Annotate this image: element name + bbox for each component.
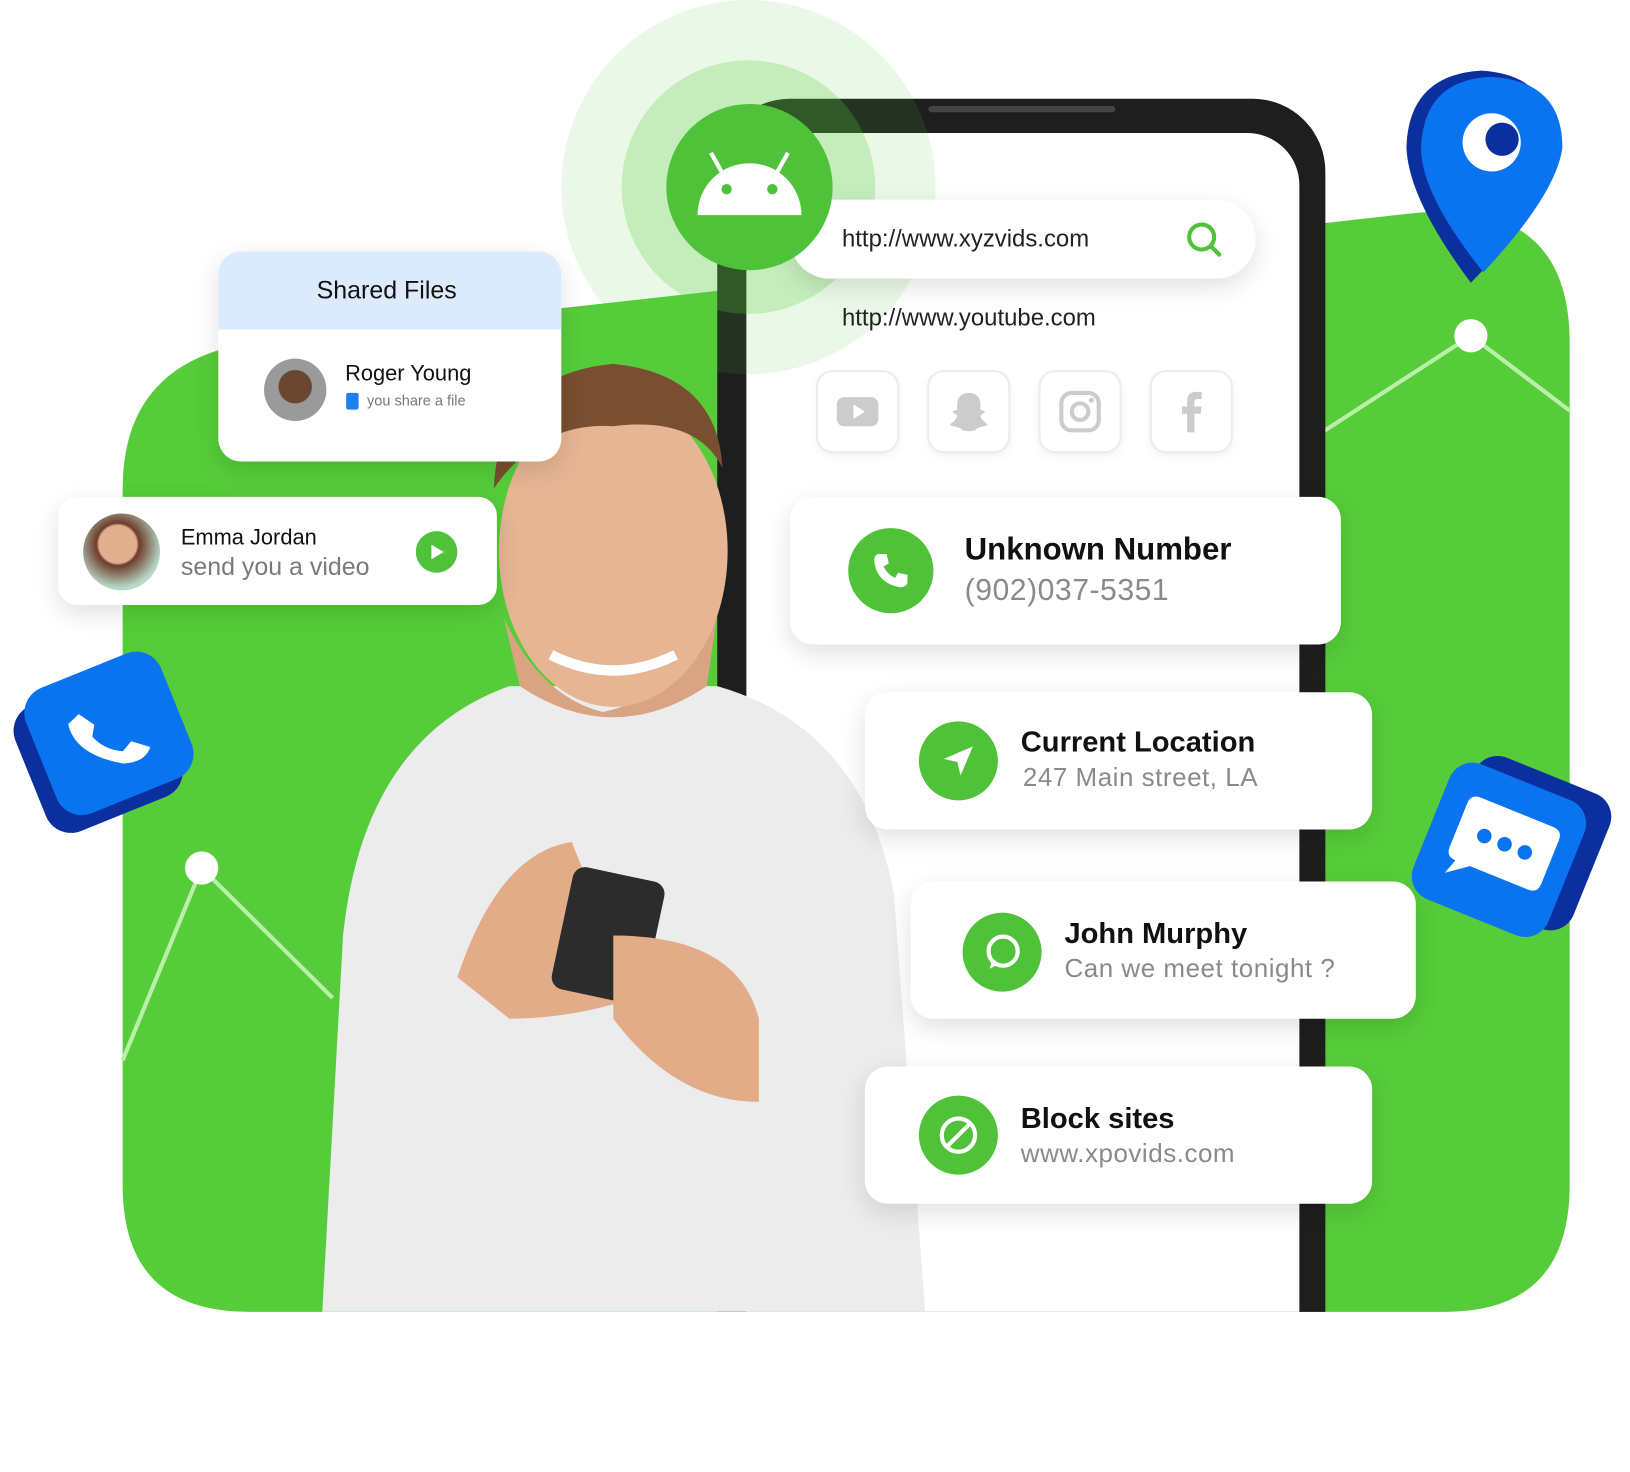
file-subtitle: you share a file <box>366 391 466 409</box>
card-subtitle: 247 Main street, LA <box>1022 762 1259 793</box>
instagram-icon <box>1059 390 1101 433</box>
shared-files-card[interactable]: Shared Files Roger Young you share a fil… <box>218 251 562 462</box>
shared-files-title: Shared Files <box>316 276 457 305</box>
navigation-icon <box>918 721 998 801</box>
video-card[interactable]: Emma Jordan send you a video <box>58 496 497 605</box>
phone-3d-icon <box>13 651 194 833</box>
video-subtitle: send you a video <box>180 553 370 582</box>
instagram-button[interactable] <box>1038 370 1122 454</box>
chat-icon <box>962 912 1042 992</box>
url-bar[interactable]: http://www.xyzvids.com <box>790 199 1256 279</box>
url-input[interactable]: http://www.xyzvids.com <box>842 225 1089 253</box>
android-logo <box>666 103 833 271</box>
unknown-number-card[interactable]: Unknown Number (902)037-5351 <box>790 496 1341 645</box>
card-title: Block sites <box>1020 1101 1175 1135</box>
play-button[interactable] <box>415 531 458 573</box>
john-murphy-card[interactable]: John Murphy Can we meet tonight ? <box>910 881 1416 1019</box>
current-location-card[interactable]: Current Location 247 Main street, LA <box>864 692 1373 830</box>
block-icon <box>918 1095 998 1175</box>
card-title: Unknown Number <box>964 532 1232 567</box>
avatar <box>264 358 327 421</box>
card-title: Current Location <box>1020 725 1256 758</box>
play-icon <box>431 544 444 560</box>
network-node <box>1454 319 1488 353</box>
chat-3d-icon <box>1411 755 1612 938</box>
search-icon[interactable] <box>1185 220 1222 257</box>
url-suggestion[interactable]: http://www.youtube.com <box>842 304 1096 332</box>
facebook-button[interactable] <box>1149 370 1233 454</box>
block-sites-card[interactable]: Block sites www.xpovids.com <box>864 1066 1373 1204</box>
card-subtitle: www.xpovids.com <box>1020 1139 1236 1169</box>
avatar <box>83 513 161 591</box>
card-title: John Murphy <box>1064 916 1248 950</box>
location-pin-icon <box>1406 70 1563 283</box>
card-subtitle: (902)037-5351 <box>964 573 1170 608</box>
sender-name: Roger Young <box>345 361 472 386</box>
facebook-icon <box>1181 391 1202 433</box>
file-icon <box>346 392 359 410</box>
android-icon <box>697 151 802 216</box>
phone-speaker <box>928 106 1116 113</box>
network-node <box>185 851 219 885</box>
hero-illustration: http://www.xyzvids.com http://www.youtub… <box>0 0 1630 1472</box>
sender-name: Emma Jordan <box>180 525 317 550</box>
phone-icon <box>848 528 934 614</box>
card-subtitle: Can we meet tonight ? <box>1064 954 1336 984</box>
snapchat-icon <box>950 392 988 432</box>
